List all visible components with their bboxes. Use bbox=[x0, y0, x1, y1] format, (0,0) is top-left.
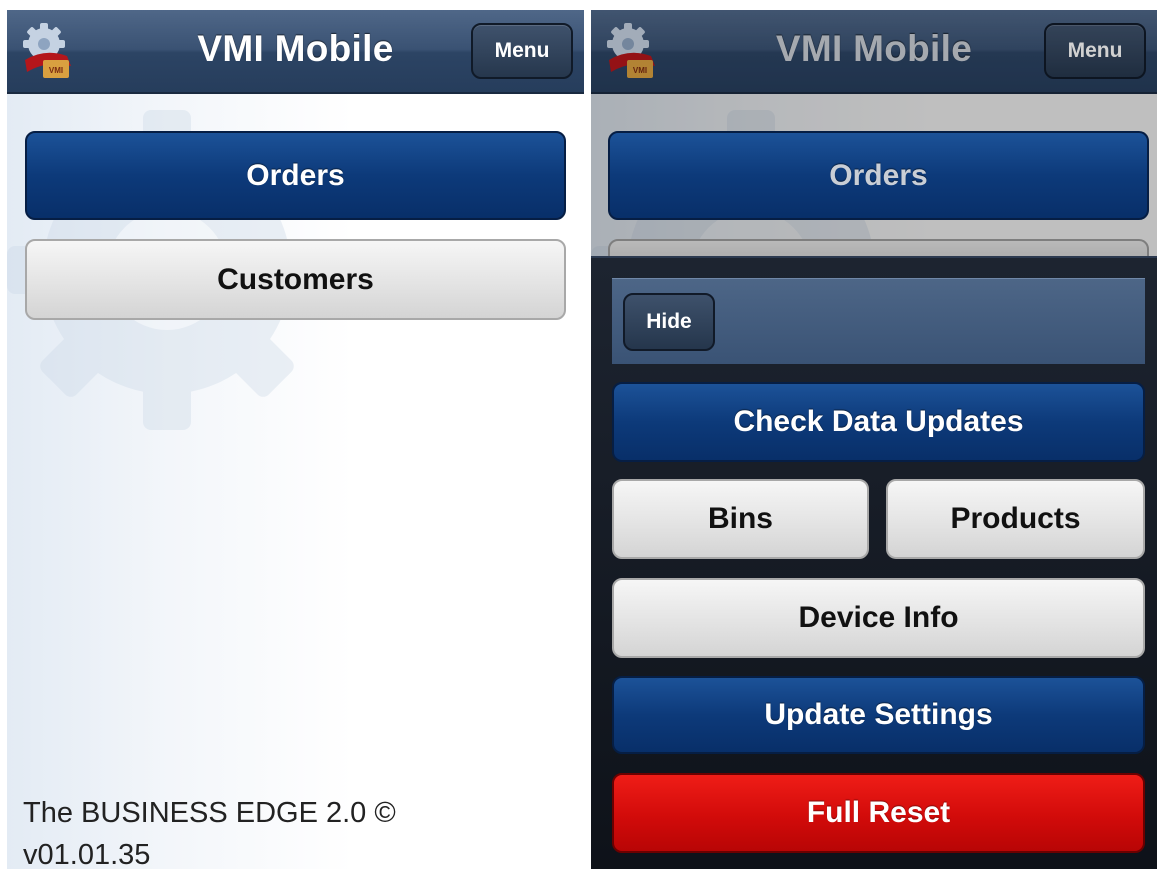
copyright-text: The BUSINESS EDGE 2.0 © bbox=[23, 797, 396, 829]
products-button[interactable]: Products bbox=[886, 479, 1145, 559]
update-settings-button[interactable]: Update Settings bbox=[612, 676, 1145, 754]
home-screen-menu-open: VMI VMI Mobile Menu Orders Hide Check Da… bbox=[591, 10, 1157, 869]
menu-button[interactable]: Menu bbox=[471, 23, 573, 79]
orders-button[interactable]: Orders bbox=[25, 131, 566, 220]
home-screen: VMI VMI Mobile Menu Orders Customers The… bbox=[7, 10, 584, 869]
menu-button[interactable]: Menu bbox=[1044, 23, 1146, 79]
app-header: VMI VMI Mobile Menu bbox=[591, 10, 1157, 94]
check-data-updates-button[interactable]: Check Data Updates bbox=[612, 382, 1145, 462]
device-info-button[interactable]: Device Info bbox=[612, 578, 1145, 658]
orders-button[interactable]: Orders bbox=[608, 131, 1149, 220]
customers-button[interactable]: Customers bbox=[25, 239, 566, 320]
bins-button[interactable]: Bins bbox=[612, 479, 869, 559]
version-text: v01.01.35 bbox=[23, 839, 151, 869]
full-reset-button[interactable]: Full Reset bbox=[612, 773, 1145, 853]
footer-info: The BUSINESS EDGE 2.0 © v01.01.35 bbox=[23, 792, 396, 869]
hide-button[interactable]: Hide bbox=[623, 293, 715, 351]
app-header: VMI VMI Mobile Menu bbox=[7, 10, 584, 94]
